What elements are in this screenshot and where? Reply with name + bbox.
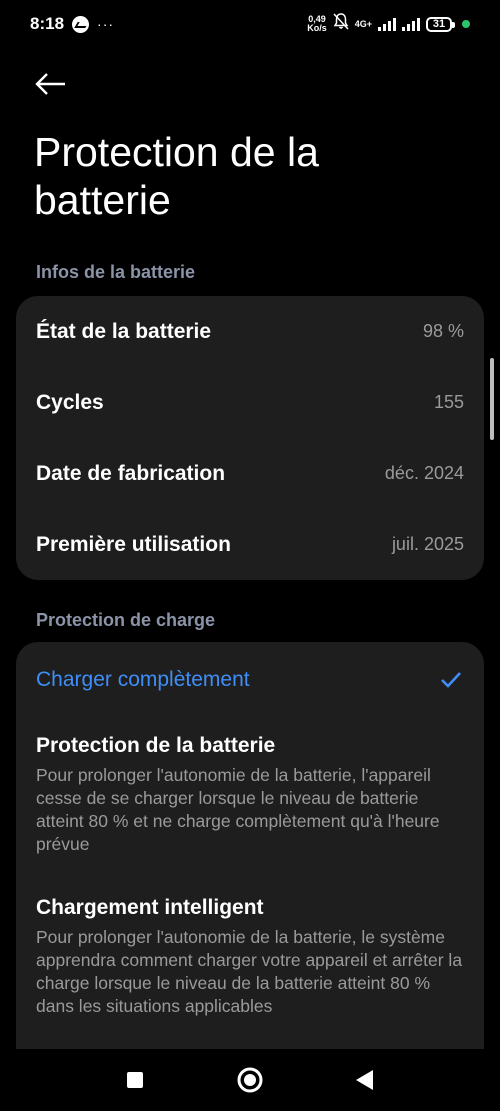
info-row-manufacture-date: Date de fabrication déc. 2024 [16, 438, 484, 509]
info-label: État de la batterie [36, 319, 212, 343]
option-title: Chargement intelligent [36, 896, 264, 919]
signal-icon-2 [402, 17, 420, 31]
back-button[interactable] [34, 70, 68, 98]
option-title: Protection de la batterie [36, 734, 276, 757]
home-button[interactable] [235, 1065, 265, 1095]
info-label: Cycles [36, 390, 104, 414]
status-bar: 8:18 ··· 0,49 Ko/s 4G+ 31 [0, 0, 500, 48]
more-notifications-icon: ··· [97, 16, 115, 32]
square-nav-icon [127, 1072, 143, 1088]
status-time: 8:18 [30, 14, 65, 33]
section-label-charge-protection: Protection de charge [36, 610, 216, 630]
network-speed-unit: Ko/s [307, 23, 327, 33]
navigation-bar [0, 1049, 500, 1111]
home-nav-icon [237, 1067, 263, 1093]
info-row-battery-health: État de la batterie 98 % [16, 296, 484, 367]
messenger-icon [72, 15, 90, 33]
network-speed: 0,49 Ko/s [307, 15, 327, 33]
section-label-battery-info: Infos de la batterie [36, 262, 196, 282]
bell-muted-icon [333, 13, 349, 35]
back-nav-icon [356, 1070, 373, 1090]
info-value: 98 % [422, 321, 464, 341]
signal-icon [378, 17, 396, 31]
option-description: Pour prolonger l'autonomie de la batteri… [36, 765, 440, 854]
info-value: déc. 2024 [384, 463, 464, 483]
charge-protection-card: Charger complètement Protection de la ba… [16, 642, 484, 1102]
option-full-charge[interactable]: Charger complètement [16, 642, 484, 718]
screen: 8:18 ··· 0,49 Ko/s 4G+ 31 Protection de … [0, 0, 500, 1111]
info-row-first-use: Première utilisation juil. 2025 [16, 509, 484, 580]
privacy-indicator-dot [462, 20, 470, 28]
info-label: Première utilisation [36, 532, 231, 556]
info-value: juil. 2025 [391, 534, 464, 554]
option-description: Pour prolonger l'autonomie de la batteri… [36, 927, 463, 1016]
back-arrow-icon [35, 73, 65, 95]
network-type: 4G+ [354, 19, 372, 29]
battery-info-card: État de la batterie 98 % Cycles 155 Date… [16, 296, 484, 580]
checkmark-icon [441, 672, 461, 688]
scrollbar[interactable] [490, 358, 494, 440]
option-battery-protection[interactable]: Protection de la batterie Pour prolonger… [16, 718, 484, 856]
info-value: 155 [433, 392, 464, 412]
info-label: Date de fabrication [36, 461, 226, 485]
status-right: 0,49 Ko/s 4G+ 31 [307, 13, 470, 35]
back-nav-button[interactable] [350, 1065, 380, 1095]
info-row-cycles: Cycles 155 [16, 367, 484, 438]
page-title: Protection de la batterie [34, 129, 319, 223]
option-full-charge-label: Charger complètement [36, 668, 250, 691]
battery-icon: 31 [426, 16, 455, 32]
recent-apps-button[interactable] [120, 1065, 150, 1095]
status-left: 8:18 ··· [30, 14, 114, 34]
option-smart-charging[interactable]: Chargement intelligent Pour prolonger l'… [16, 856, 484, 1018]
